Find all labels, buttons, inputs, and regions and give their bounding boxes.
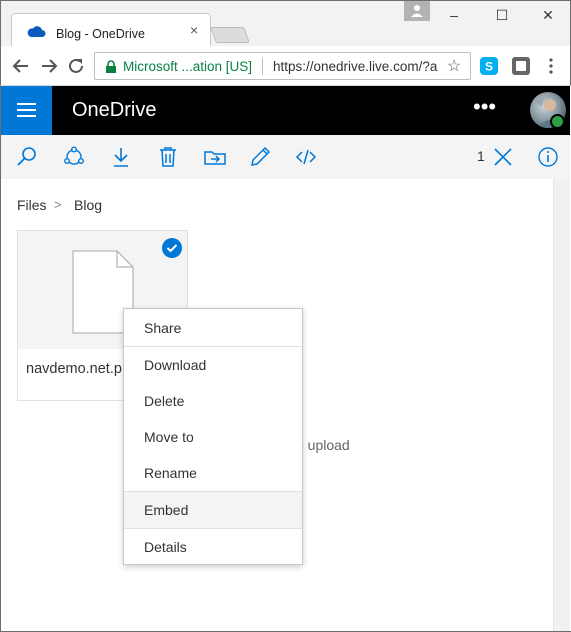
file-name[interactable]: navdemo.net.p <box>26 361 126 377</box>
selected-check-icon[interactable] <box>162 238 182 258</box>
info-icon[interactable] <box>536 145 560 169</box>
browser-toolbar: Microsoft ...ation [US] https://onedrive… <box>0 46 571 86</box>
svg-text:S: S <box>485 60 493 74</box>
new-tab-button[interactable] <box>210 27 250 43</box>
breadcrumb-separator: > <box>54 197 62 212</box>
browser-tab[interactable]: Blog - OneDrive × <box>11 13 211 47</box>
download-icon[interactable] <box>109 145 133 169</box>
browser-titlebar: Blog - OneDrive × – ☐ ✕ <box>0 0 571 47</box>
breadcrumb-files[interactable]: Files <box>17 197 47 213</box>
clear-selection-icon[interactable] <box>491 145 515 169</box>
reload-icon[interactable] <box>64 54 88 78</box>
more-options-icon[interactable]: ••• <box>473 94 496 120</box>
maximize-button[interactable]: ☐ <box>487 4 517 26</box>
person-icon <box>411 5 423 17</box>
embed-icon[interactable] <box>294 145 318 169</box>
selection-count: 1 <box>477 148 485 164</box>
menu-item-move-to[interactable]: Move to <box>124 419 302 455</box>
lock-icon <box>106 60 116 73</box>
back-icon[interactable] <box>9 54 33 78</box>
app-launcher-button[interactable] <box>1 86 52 135</box>
brand-title[interactable]: OneDrive <box>72 99 156 122</box>
menu-item-download[interactable]: Download <box>124 347 302 383</box>
delete-icon[interactable] <box>156 145 180 169</box>
address-separator <box>262 58 263 75</box>
bookmark-star-icon[interactable]: ☆ <box>447 56 461 76</box>
extension-icon[interactable] <box>512 57 530 75</box>
onedrive-cloud-icon <box>27 26 46 37</box>
menu-item-embed[interactable]: Embed <box>124 492 302 528</box>
tab-title: Blog - OneDrive <box>56 27 145 41</box>
hamburger-icon <box>17 103 36 117</box>
menu-item-delete[interactable]: Delete <box>124 383 302 419</box>
breadcrumb-blog[interactable]: Blog <box>74 197 102 213</box>
context-menu: Share Download Delete Move to Rename Emb… <box>123 308 303 565</box>
window-border <box>0 86 1 632</box>
forward-icon[interactable] <box>37 54 61 78</box>
minimize-button[interactable]: – <box>439 4 469 26</box>
vertical-scrollbar[interactable] <box>553 179 570 631</box>
command-bar: 1 <box>1 135 570 179</box>
menu-item-details[interactable]: Details <box>124 529 302 565</box>
url-text[interactable]: https://onedrive.live.com/?a <box>273 59 443 74</box>
upload-hint: o upload <box>296 437 350 453</box>
rename-icon[interactable] <box>248 145 272 169</box>
move-to-icon[interactable] <box>203 145 227 169</box>
search-icon[interactable] <box>15 145 39 169</box>
online-status-badge <box>550 114 565 129</box>
onedrive-header: OneDrive ••• <box>1 86 570 135</box>
profile-button[interactable] <box>404 1 430 21</box>
close-window-button[interactable]: ✕ <box>533 4 563 26</box>
share-icon[interactable] <box>62 145 86 169</box>
tab-close-icon[interactable]: × <box>190 23 198 37</box>
checkmark-icon <box>166 244 178 253</box>
menu-item-share[interactable]: Share <box>124 310 302 346</box>
site-identity-label: Microsoft ...ation [US] <box>123 59 253 74</box>
menu-item-rename[interactable]: Rename <box>124 455 302 491</box>
skype-extension-icon[interactable]: S <box>480 57 498 75</box>
browser-menu-icon[interactable] <box>547 57 555 75</box>
address-bar[interactable]: Microsoft ...ation [US] https://onedrive… <box>94 52 471 80</box>
